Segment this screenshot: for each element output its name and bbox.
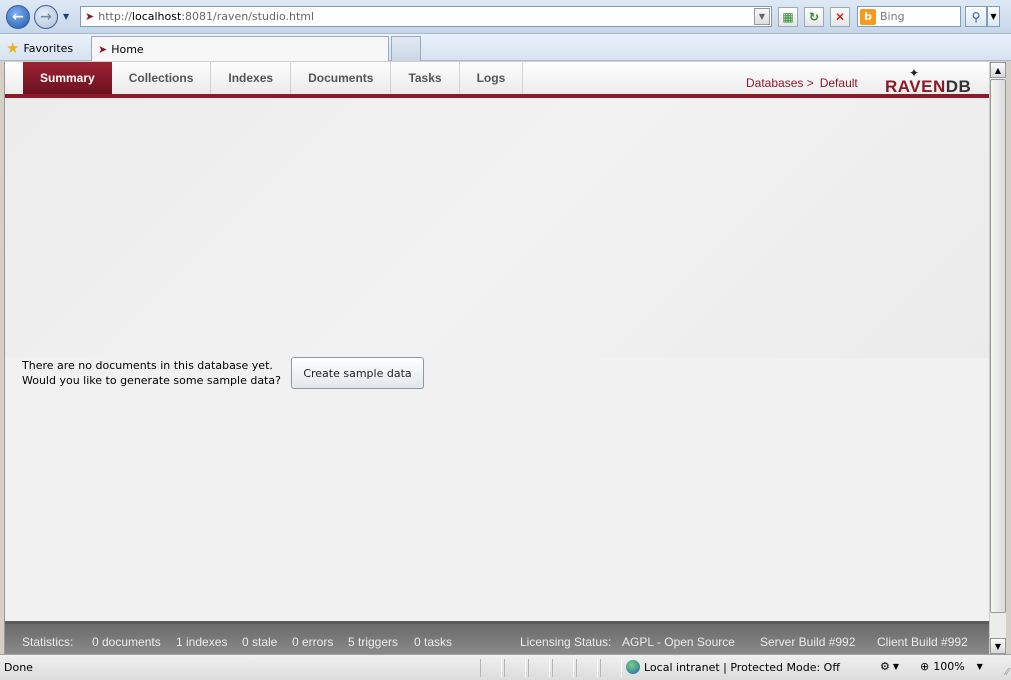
studio-header: Summary Collections Indexes Documents Ta… (5, 62, 990, 98)
page-viewport: Summary Collections Indexes Documents Ta… (4, 62, 990, 654)
scroll-thumb[interactable] (990, 79, 1006, 613)
chevron-down-icon: ▼ (994, 641, 1002, 651)
empty-database-message: There are no documents in this database … (22, 358, 281, 388)
status-text: Done (4, 661, 33, 674)
recent-pages-dropdown[interactable]: ▼ (63, 12, 73, 22)
stat-triggers[interactable]: 5 triggers (348, 635, 398, 649)
breadcrumb-databases[interactable]: Databases > (746, 76, 814, 90)
favorites-label: Favorites (23, 41, 74, 55)
scroll-up-button[interactable]: ▲ (990, 62, 1006, 78)
search-options-button[interactable]: ▼ (987, 6, 1000, 27)
logo-text-db: DB (945, 77, 972, 96)
stat-stale[interactable]: 0 stale (242, 635, 277, 649)
stop-button[interactable]: ✕ (830, 7, 850, 27)
status-slot (576, 659, 598, 677)
search-button[interactable]: ⚲ (965, 6, 987, 27)
url-dropdown-button[interactable]: ▼ (754, 8, 770, 25)
zoom-button[interactable]: ⊕ 100% ▼ (920, 660, 983, 673)
compatibility-view-button[interactable]: ▦ (778, 7, 798, 27)
status-slot (552, 659, 574, 677)
browser-address-bar: ← → ▼ ➤ http://localhost:8081/raven/stud… (0, 0, 1011, 34)
raven-favicon-icon: ➤ (85, 10, 95, 23)
favorites-button[interactable]: ★ Favorites (6, 39, 73, 57)
raven-favicon-icon: ➤ (98, 42, 108, 56)
status-slot (504, 659, 526, 677)
tab-logs[interactable]: Logs (459, 62, 524, 94)
new-tab-button[interactable] (391, 36, 421, 61)
url-scheme: http:// (98, 10, 132, 23)
studio-status-bar: Statistics: 0 documents 1 indexes 0 stal… (5, 621, 990, 654)
search-icon: ⚲ (971, 9, 981, 24)
content-background (5, 98, 990, 358)
stat-tasks[interactable]: 0 tasks (414, 635, 452, 649)
url-field[interactable]: ➤ http://localhost:8081/raven/studio.htm… (80, 6, 772, 27)
server-build: Server Build #992 (760, 635, 856, 649)
tab-summary[interactable]: Summary (23, 62, 112, 94)
forward-button[interactable]: → (34, 5, 58, 29)
statistics-label: Statistics: (22, 635, 74, 649)
tab-collections[interactable]: Collections (111, 62, 212, 94)
refresh-button[interactable]: ↻ (804, 7, 824, 27)
ravendb-logo: ✦ RAVENDB (883, 66, 983, 96)
back-arrow-icon: ← (12, 9, 24, 25)
compatibility-icon: ▦ (782, 10, 794, 24)
zoom-icon: ⊕ (920, 660, 930, 673)
scroll-down-button[interactable]: ▼ (990, 638, 1006, 654)
client-build: Client Build #992 (877, 635, 968, 649)
chevron-down-icon: ▼ (758, 12, 766, 21)
forward-arrow-icon: → (40, 9, 52, 25)
empty-message-line1: There are no documents in this database … (22, 359, 273, 372)
browser-status-bar: Done Local intranet | Protected Mode: Of… (0, 654, 1011, 680)
back-button[interactable]: ← (6, 5, 30, 29)
protected-mode-button[interactable]: ⚙ ▼ (880, 660, 899, 673)
tab-tasks[interactable]: Tasks (391, 62, 460, 94)
refresh-icon: ↻ (808, 10, 820, 24)
security-zone[interactable]: Local intranet | Protected Mode: Off (626, 660, 840, 674)
breadcrumb: Databases > Default (746, 76, 858, 90)
status-slot (480, 659, 502, 677)
chevron-down-icon: ▼ (892, 662, 900, 671)
tab-documents[interactable]: Documents (291, 62, 392, 94)
star-icon: ★ (6, 39, 20, 57)
zoom-level: 100% (933, 660, 965, 673)
search-placeholder: Bing (880, 10, 905, 23)
breadcrumb-current-database[interactable]: Default (820, 76, 858, 90)
stat-errors[interactable]: 0 errors (292, 635, 333, 649)
tab-indexes[interactable]: Indexes (211, 62, 292, 94)
tab-title: Home (111, 42, 144, 56)
stat-documents[interactable]: 0 documents (92, 635, 161, 649)
close-icon: ✕ (834, 10, 846, 24)
vertical-scrollbar[interactable]: ▲ ▼ (989, 62, 1006, 654)
favorites-bar: ★ Favorites ➤ Home (0, 34, 1011, 61)
logo-text-raven: RAVEN (885, 77, 946, 96)
create-sample-data-button[interactable]: Create sample data (291, 357, 424, 389)
globe-icon (626, 660, 640, 674)
search-input[interactable]: b Bing (857, 6, 961, 27)
licensing-label: Licensing Status: (520, 635, 612, 649)
chevron-up-icon: ▲ (994, 65, 1002, 75)
main-nav: Summary Collections Indexes Documents Ta… (23, 62, 524, 94)
stat-indexes[interactable]: 1 indexes (176, 635, 227, 649)
url-host: localhost (131, 10, 182, 23)
licensing-value: AGPL - Open Source (622, 635, 735, 649)
status-slot (600, 659, 622, 677)
zone-text: Local intranet | Protected Mode: Off (644, 660, 840, 674)
chevron-down-icon: ▼ (976, 662, 983, 671)
resize-grip-icon[interactable]: ⁄⁄ (1006, 667, 1009, 678)
tools-icon: ⚙ (880, 660, 890, 673)
url-path: :8081/raven/studio.html (181, 10, 315, 23)
empty-message-line2: Would you like to generate some sample d… (22, 374, 281, 387)
chevron-down-icon: ▼ (990, 12, 997, 21)
status-slot (528, 659, 550, 677)
browser-tab-home[interactable]: ➤ Home (91, 36, 389, 61)
bing-icon: b (860, 8, 876, 25)
